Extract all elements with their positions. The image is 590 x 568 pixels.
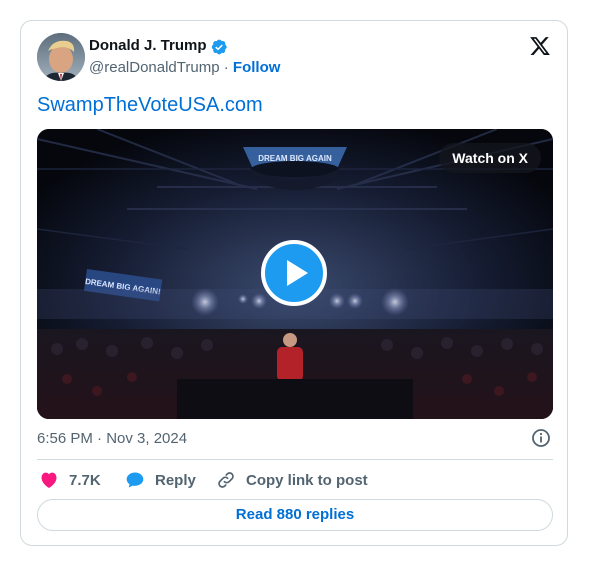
follow-button[interactable]: Follow — [233, 59, 281, 76]
verified-badge-icon — [211, 39, 227, 55]
copy-link-label: Copy link to post — [246, 471, 368, 489]
author-handle-row: @realDonaldTrump · Follow — [89, 59, 280, 76]
embedded-post-card: Donald J. Trump @realDonaldTrump · Follo… — [20, 20, 568, 546]
watch-on-x-button[interactable]: Watch on X — [439, 143, 541, 173]
x-logo-icon[interactable] — [529, 35, 551, 57]
post-link[interactable]: SwampTheVoteUSA.com — [37, 94, 263, 117]
link-icon — [218, 472, 234, 488]
author-name[interactable]: Donald J. Trump — [89, 37, 207, 54]
author-handle[interactable]: @realDonaldTrump — [89, 59, 220, 76]
post-timestamp[interactable]: 6:56 PM · Nov 3, 2024 — [37, 430, 187, 447]
info-icon[interactable] — [531, 428, 551, 448]
like-button[interactable]: 7.7K — [39, 470, 101, 490]
copy-link-button[interactable]: Copy link to post — [216, 470, 368, 490]
ring-display-text: DREAM BIG AGAIN — [258, 154, 332, 163]
handle-separator: · — [223, 59, 229, 76]
reply-bubble-icon — [126, 472, 144, 488]
avatar-image — [37, 33, 85, 81]
reply-label: Reply — [155, 471, 196, 489]
reply-button[interactable]: Reply — [125, 470, 196, 490]
play-icon[interactable] — [261, 240, 327, 306]
like-count: 7.7K — [69, 471, 101, 489]
read-replies-button[interactable]: Read 880 replies — [37, 499, 553, 531]
video-player[interactable]: DREAM BIG AGAIN DREAM BIG AGAIN! Watch o… — [37, 129, 553, 419]
divider — [37, 459, 553, 460]
heart-icon — [41, 472, 57, 488]
author-avatar[interactable] — [37, 33, 85, 81]
